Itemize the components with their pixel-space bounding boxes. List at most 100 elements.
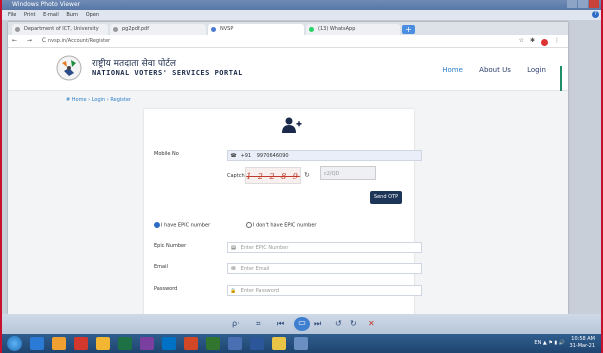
slideshow-button[interactable]: ▭ [294, 317, 310, 331]
menu-print[interactable]: Print [24, 12, 36, 18]
password-field[interactable]: 🔒 Enter Password [227, 285, 422, 296]
tab-label: NVSP [220, 26, 234, 32]
radio-no-epic[interactable]: I don't have EPIC number [246, 222, 317, 229]
tab-favicon-icon [211, 27, 216, 32]
tab-label: pg2pdf.pdf [122, 26, 149, 32]
kebab-menu-icon[interactable]: ⋮ [554, 35, 560, 47]
tab-department[interactable]: Department of ICT, University [12, 24, 108, 35]
acrobat-icon[interactable] [74, 337, 88, 350]
radio-checked-icon [154, 222, 160, 228]
site-nav: Home About Us Login [428, 66, 546, 74]
refresh-captcha-icon[interactable]: ↻ [304, 171, 310, 179]
browser-window: Department of ICT, University pg2pdf.pdf… [8, 22, 568, 314]
breadcrumb[interactable]: # Home › Login › Register [66, 97, 131, 103]
taskbar: EN ▲ ⚑ ▮ 🔊 10:58 AM 31-Mar-21 [2, 334, 601, 353]
clock-date: 31-Mar-21 [569, 343, 595, 349]
ie-icon[interactable] [30, 337, 44, 350]
envelope-icon: ✉ [231, 266, 236, 272]
photo-viewer-menu: File Print E-mail Burn Open [2, 10, 601, 20]
photo-viewer-icon[interactable] [294, 337, 308, 350]
epic-label: Epic Number [154, 243, 187, 249]
word-icon[interactable] [250, 337, 264, 350]
radio-have-epic[interactable]: I have EPIC number [154, 222, 210, 229]
powerpoint-icon[interactable] [184, 337, 198, 350]
epic-placeholder: Enter EPIC Number [240, 245, 289, 251]
tab-whatsapp[interactable]: (13) WhatsApp [306, 24, 400, 35]
menu-email[interactable]: E-mail [43, 12, 59, 18]
id-card-icon: ▤ [231, 245, 236, 251]
onenote-icon[interactable] [140, 337, 154, 350]
tab-label: Department of ICT, University [24, 26, 99, 32]
folder-icon[interactable] [272, 337, 286, 350]
password-placeholder: Enter Password [240, 288, 279, 294]
brand-hindi: राष्ट्रीय मतदाता सेवा पोर्टल [92, 59, 176, 69]
nav-login[interactable]: Login [527, 66, 546, 74]
photo-viewer-titlebar: Windows Photo Viewer [2, 0, 601, 10]
captcha-input[interactable]: c2/QD [320, 166, 376, 180]
rotate-right-icon[interactable]: ↻ [350, 318, 357, 330]
previous-icon[interactable]: ⏮ [277, 318, 284, 330]
brand-english: NATIONAL VOTERS' SERVICES PORTAL [92, 69, 243, 77]
outlook-icon[interactable] [162, 337, 176, 350]
profile-avatar[interactable] [541, 38, 548, 46]
tray-icons[interactable]: EN ▲ ⚑ ▮ 🔊 [534, 340, 565, 346]
menu-open[interactable]: Open [86, 12, 99, 18]
captcha-image: 1 2 2 8 9 [245, 167, 301, 184]
delete-icon[interactable]: ✕ [368, 318, 375, 330]
zoom-icon[interactable]: ρ· [232, 318, 240, 330]
visio-icon[interactable] [228, 337, 242, 350]
explorer-icon[interactable] [52, 337, 66, 350]
site-header: राष्ट्रीय मतदाता सेवा पोर्टल NATIONAL VO… [8, 48, 568, 91]
radio-no-epic-label: I don't have EPIC number [253, 222, 317, 229]
photo-viewer-controls: ρ· ⌗ ⏮ ▭ ⏭ ↺ ↻ ✕ [2, 314, 601, 334]
address-bar[interactable]: nvsp.in/Account/Register [48, 35, 110, 47]
next-icon[interactable]: ⏭ [314, 318, 321, 330]
menu-file[interactable]: File [8, 12, 16, 18]
tab-favicon-icon [309, 27, 314, 32]
mobile-label: Mobile No [154, 151, 179, 157]
nav-home[interactable]: Home [442, 66, 463, 74]
email-field[interactable]: ✉ Enter Email [227, 263, 422, 274]
page-content: # Home › Login › Register Mobile No ☎ +9… [8, 91, 568, 314]
publisher-icon[interactable] [206, 337, 220, 350]
help-icon[interactable]: ? [592, 11, 599, 18]
start-button[interactable] [7, 336, 22, 351]
mobile-field[interactable]: ☎ +91 9970646090 [227, 150, 422, 161]
browser-toolbar: ← → C nvsp.in/Account/Register ☆ ✱ ⋮ [8, 35, 568, 48]
close-button[interactable] [589, 0, 599, 8]
tab-pdf[interactable]: pg2pdf.pdf [110, 24, 206, 35]
nav-buttons[interactable]: ← → C [12, 35, 50, 47]
nav-about[interactable]: About Us [479, 66, 511, 74]
mobile-value: 9970646090 [256, 153, 289, 159]
add-user-icon [282, 117, 302, 133]
password-label: Password [154, 286, 178, 292]
rotate-left-icon[interactable]: ↺ [335, 318, 342, 330]
minimize-button[interactable] [567, 0, 577, 8]
send-otp-button[interactable]: Send OTP [370, 191, 402, 204]
language-indicator: EN [534, 340, 542, 346]
extension-icon[interactable]: ✱ [530, 35, 535, 47]
excel-icon[interactable] [118, 337, 132, 350]
chrome-icon[interactable] [96, 337, 110, 350]
clock-time: 10:58 AM [571, 336, 595, 342]
photo-viewer-title: Windows Photo Viewer [12, 1, 81, 8]
tab-favicon-icon [113, 27, 118, 32]
new-tab-button[interactable]: + [402, 25, 415, 34]
system-clock[interactable]: 10:58 AM 31-Mar-21 [570, 336, 595, 350]
window-controls [567, 0, 599, 8]
lock-icon: 🔒 [230, 288, 237, 294]
eci-logo [56, 55, 82, 81]
star-icon[interactable]: ☆ [519, 35, 524, 47]
email-label: Email [154, 264, 168, 270]
tab-strip: Department of ICT, University pg2pdf.pdf… [8, 22, 568, 35]
menu-burn[interactable]: Burn [66, 12, 78, 18]
tab-nvsp[interactable]: NVSP [208, 24, 304, 35]
maximize-button[interactable] [578, 0, 588, 8]
fit-window-icon[interactable]: ⌗ [256, 318, 261, 330]
email-placeholder: Enter Email [240, 266, 270, 272]
tab-favicon-icon [15, 27, 20, 32]
country-code: +91 [240, 153, 252, 159]
tab-label: (13) WhatsApp [318, 26, 356, 32]
register-card: Mobile No ☎ +91 9970646090 Captcha 1 2 2… [144, 109, 422, 314]
epic-field[interactable]: ▤ Enter EPIC Number [227, 242, 422, 253]
